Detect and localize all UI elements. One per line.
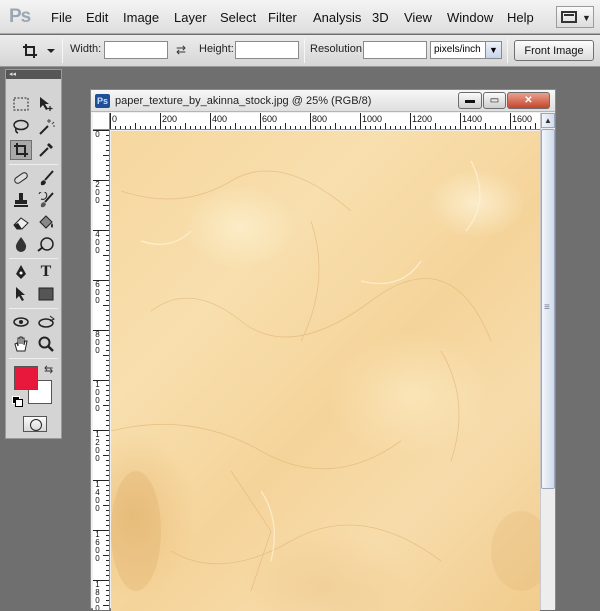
divider bbox=[9, 164, 58, 165]
default-colors-icon[interactable] bbox=[12, 396, 23, 407]
clone-stamp-icon[interactable] bbox=[10, 190, 32, 210]
crop-icon[interactable] bbox=[10, 140, 32, 160]
document-titlebar[interactable]: Ps paper_texture_by_akinna_stock.jpg @ 2… bbox=[91, 90, 555, 112]
menu-file[interactable]: File bbox=[51, 10, 72, 25]
menu-select[interactable]: Select bbox=[220, 10, 256, 25]
fullscreen-mode-icon bbox=[561, 11, 577, 23]
ruler-label: 400 bbox=[95, 230, 100, 255]
menu-bar: Ps File Edit Image Layer Select Filter A… bbox=[0, 0, 600, 34]
height-label: Height: bbox=[199, 43, 234, 55]
magic-wand-icon[interactable] bbox=[35, 117, 57, 137]
vertical-scrollbar[interactable]: ▲ bbox=[540, 113, 555, 610]
close-button[interactable]: ✕ bbox=[507, 92, 550, 109]
divider bbox=[9, 258, 58, 259]
scroll-up-icon[interactable]: ▲ bbox=[541, 113, 555, 128]
chevron-down-icon: ▼ bbox=[485, 42, 501, 58]
resolution-label: Resolution: bbox=[310, 43, 366, 55]
ruler-label: 1600 bbox=[512, 114, 533, 124]
ruler-label: 600 bbox=[262, 114, 278, 124]
foreground-color-swatch[interactable] bbox=[14, 366, 38, 390]
ruler-label: 200 bbox=[95, 180, 100, 205]
width-label: Width: bbox=[70, 43, 102, 55]
paper-texture-image bbox=[111, 160, 540, 592]
ruler-label: 800 bbox=[312, 114, 328, 124]
menu-3d[interactable]: 3D bbox=[372, 10, 389, 25]
document-title: paper_texture_by_akinna_stock.jpg @ 25% … bbox=[115, 95, 372, 107]
3d-orbit-icon[interactable] bbox=[35, 312, 57, 332]
ruler-label: 1400 bbox=[462, 114, 483, 124]
ruler-label: 1000 bbox=[362, 114, 383, 124]
ruler-label: 1200 bbox=[95, 430, 100, 463]
width-input[interactable] bbox=[104, 41, 168, 59]
move-icon[interactable] bbox=[35, 94, 57, 114]
resolution-unit-select[interactable]: pixels/inch ▼ bbox=[430, 41, 502, 59]
path-selection-icon[interactable] bbox=[10, 284, 32, 304]
divider bbox=[62, 39, 63, 63]
ruler-label: 0 bbox=[112, 114, 118, 124]
document-window: Ps paper_texture_by_akinna_stock.jpg @ 2… bbox=[90, 89, 556, 611]
menu-view[interactable]: View bbox=[404, 10, 432, 25]
divider bbox=[304, 39, 305, 63]
vertical-ruler[interactable]: 0 200 400 600 800 1000 1200 1400 1600 18… bbox=[93, 130, 110, 610]
dodge-icon[interactable] bbox=[35, 234, 57, 254]
minimize-button[interactable]: ▬ bbox=[458, 92, 482, 109]
crop-icon bbox=[23, 44, 55, 58]
zoom-icon[interactable] bbox=[35, 334, 57, 354]
menu-layer[interactable]: Layer bbox=[174, 10, 207, 25]
options-bar: Width: ⇄ Height: Resolution: pixels/inch… bbox=[0, 35, 600, 67]
menu-analysis[interactable]: Analysis bbox=[313, 10, 361, 25]
divider bbox=[507, 39, 508, 63]
swap-arrows-icon[interactable]: ⇄ bbox=[176, 43, 186, 57]
resolution-input[interactable] bbox=[363, 41, 427, 59]
lasso-icon[interactable] bbox=[10, 117, 32, 137]
3d-rotate-icon[interactable] bbox=[10, 312, 32, 332]
photoshop-doc-icon: Ps bbox=[95, 94, 110, 108]
divider bbox=[9, 358, 58, 359]
tool-preset-picker[interactable] bbox=[20, 40, 58, 62]
restore-button[interactable]: ▭ bbox=[483, 92, 506, 109]
menu-image[interactable]: Image bbox=[123, 10, 159, 25]
ruler-label: 1400 bbox=[95, 480, 100, 513]
pen-icon[interactable] bbox=[10, 262, 32, 282]
screen-mode-button[interactable]: ▼ bbox=[556, 6, 594, 28]
divider bbox=[9, 308, 58, 309]
ruler-label: 1800 bbox=[95, 580, 100, 611]
ruler-label: 1000 bbox=[95, 380, 100, 413]
ruler-label: 600 bbox=[95, 280, 100, 305]
menu-window[interactable]: Window bbox=[447, 10, 493, 25]
front-image-button[interactable]: Front Image bbox=[514, 40, 594, 61]
ruler-origin[interactable] bbox=[93, 113, 110, 130]
ruler-label: 1200 bbox=[412, 114, 433, 124]
ruler-label: 1600 bbox=[95, 530, 100, 563]
type-icon[interactable]: T bbox=[35, 262, 57, 282]
height-input[interactable] bbox=[235, 41, 299, 59]
hand-icon[interactable] bbox=[10, 334, 32, 354]
brush-icon[interactable] bbox=[35, 168, 57, 188]
eraser-icon[interactable] bbox=[10, 212, 32, 232]
ruler-label: 0 bbox=[95, 130, 100, 139]
tools-panel: ◂◂ T ⇆ bbox=[5, 69, 62, 439]
swap-colors-icon[interactable]: ⇆ bbox=[44, 363, 53, 376]
blur-icon[interactable] bbox=[10, 234, 32, 254]
history-brush-icon[interactable] bbox=[35, 190, 57, 210]
eyedropper-icon[interactable] bbox=[35, 140, 57, 160]
spot-healing-icon[interactable] bbox=[10, 168, 32, 188]
resolution-unit-value: pixels/inch bbox=[434, 44, 481, 55]
panel-collapse-button[interactable]: ◂◂ bbox=[6, 70, 61, 79]
ruler-label: 400 bbox=[212, 114, 228, 124]
photoshop-logo: Ps bbox=[9, 6, 31, 27]
scrollbar-thumb[interactable] bbox=[541, 129, 555, 489]
horizontal-ruler[interactable]: 0 200 400 600 800 1000 1200 1400 1600 bbox=[110, 113, 540, 130]
quick-mask-button[interactable] bbox=[23, 416, 47, 432]
menu-edit[interactable]: Edit bbox=[86, 10, 108, 25]
menu-help[interactable]: Help bbox=[507, 10, 534, 25]
paint-bucket-icon[interactable] bbox=[35, 212, 57, 232]
rectangular-marquee-icon[interactable] bbox=[10, 94, 32, 114]
ruler-label: 200 bbox=[162, 114, 178, 124]
image-canvas[interactable] bbox=[111, 131, 540, 611]
chevron-down-icon: ▼ bbox=[582, 13, 591, 23]
menu-filter[interactable]: Filter bbox=[268, 10, 297, 25]
ruler-label: 800 bbox=[95, 330, 100, 355]
rectangle-shape-icon[interactable] bbox=[35, 284, 57, 304]
